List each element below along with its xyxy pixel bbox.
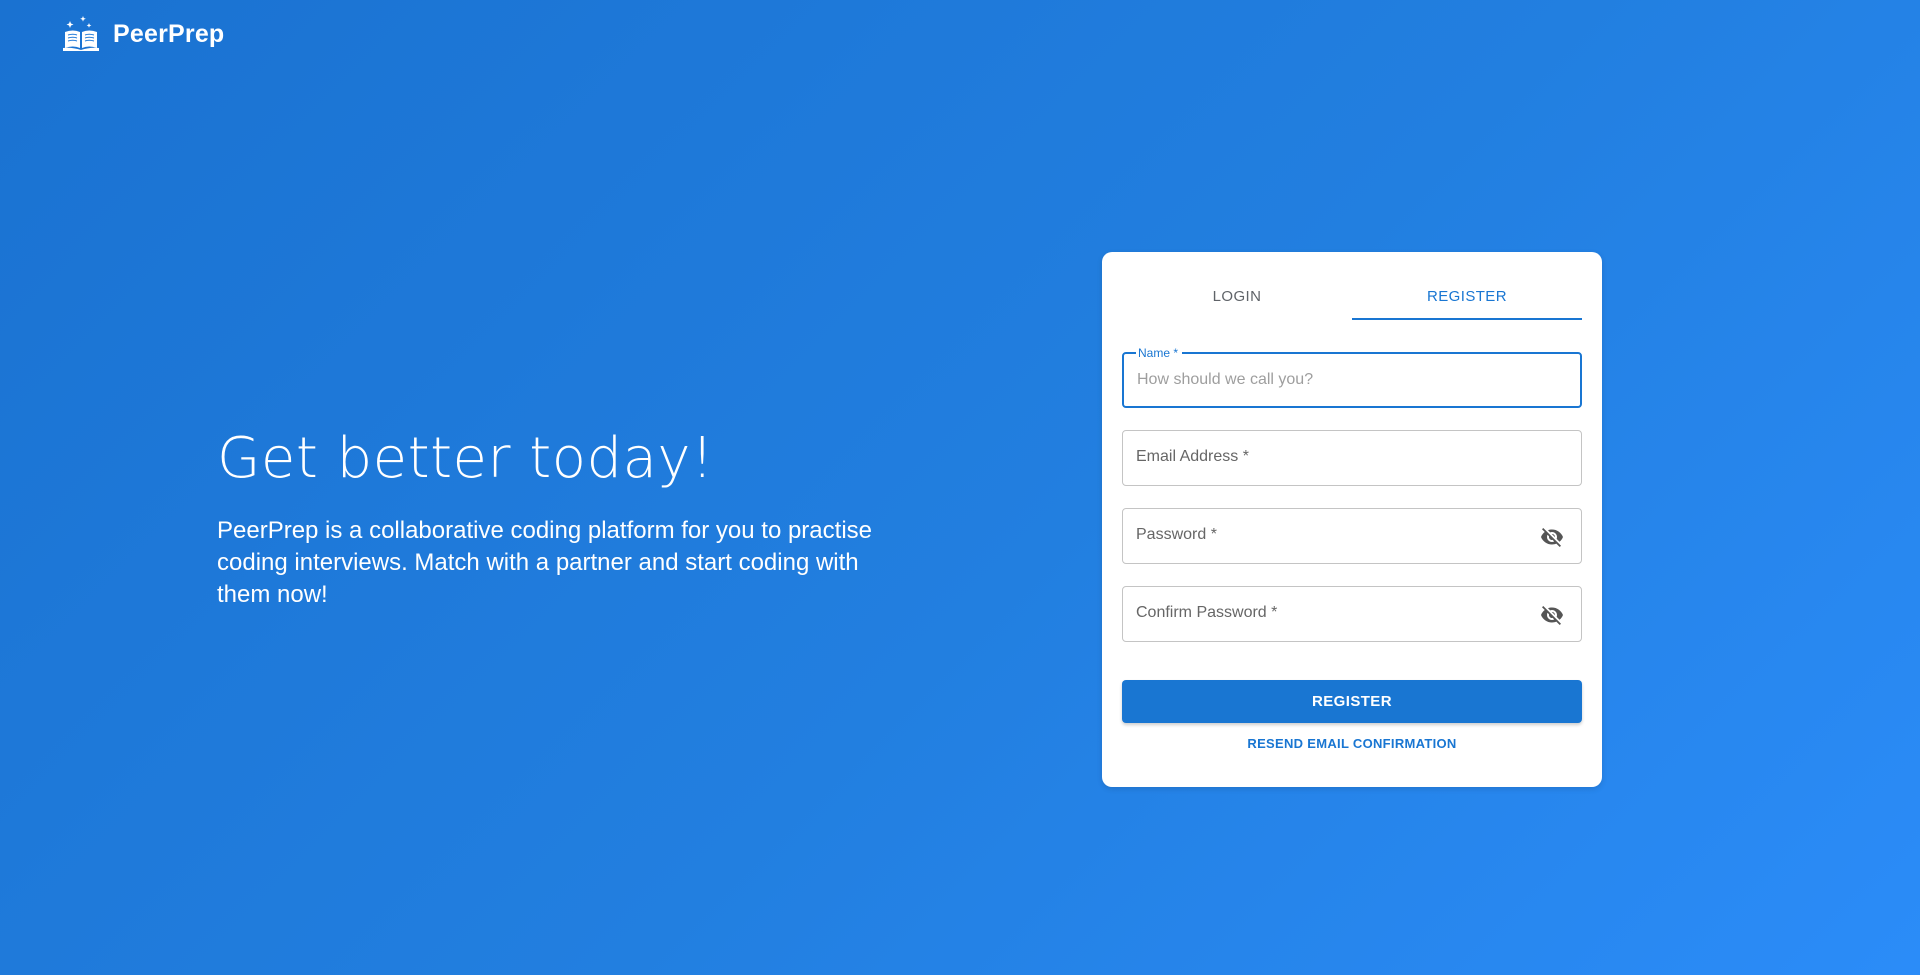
resend-email-confirmation-link[interactable]: RESEND EMAIL CONFIRMATION (1122, 736, 1582, 751)
tab-login[interactable]: LOGIN (1122, 272, 1352, 320)
confirm-password-field[interactable]: Confirm Password * (1122, 586, 1582, 642)
name-field[interactable]: Name * (1122, 346, 1582, 408)
confirm-password-field-label: Confirm Password * (1136, 604, 1278, 621)
auth-card: LOGIN REGISTER Name * Email Address * Pa… (1102, 252, 1602, 787)
register-button[interactable]: REGISTER (1122, 680, 1582, 723)
name-input[interactable] (1137, 354, 1557, 406)
hero-description: PeerPrep is a collaborative coding platf… (217, 517, 872, 608)
password-field[interactable]: Password * (1122, 508, 1582, 564)
brand-name: PeerPrep (113, 19, 225, 48)
eye-off-icon[interactable] (1539, 602, 1565, 628)
password-field-label: Password * (1136, 526, 1217, 543)
hero-title: Get better today! (217, 426, 714, 491)
hero-section: Get better today! PeerPrep is a collabor… (217, 425, 917, 611)
email-field[interactable]: Email Address * (1122, 430, 1582, 486)
brand[interactable]: PeerPrep (61, 14, 224, 54)
auth-tabs: LOGIN REGISTER (1122, 272, 1582, 320)
eye-off-icon[interactable] (1539, 524, 1565, 550)
open-book-sparkle-icon (63, 16, 99, 51)
email-field-label: Email Address * (1136, 448, 1249, 465)
tab-register[interactable]: REGISTER (1352, 272, 1582, 320)
